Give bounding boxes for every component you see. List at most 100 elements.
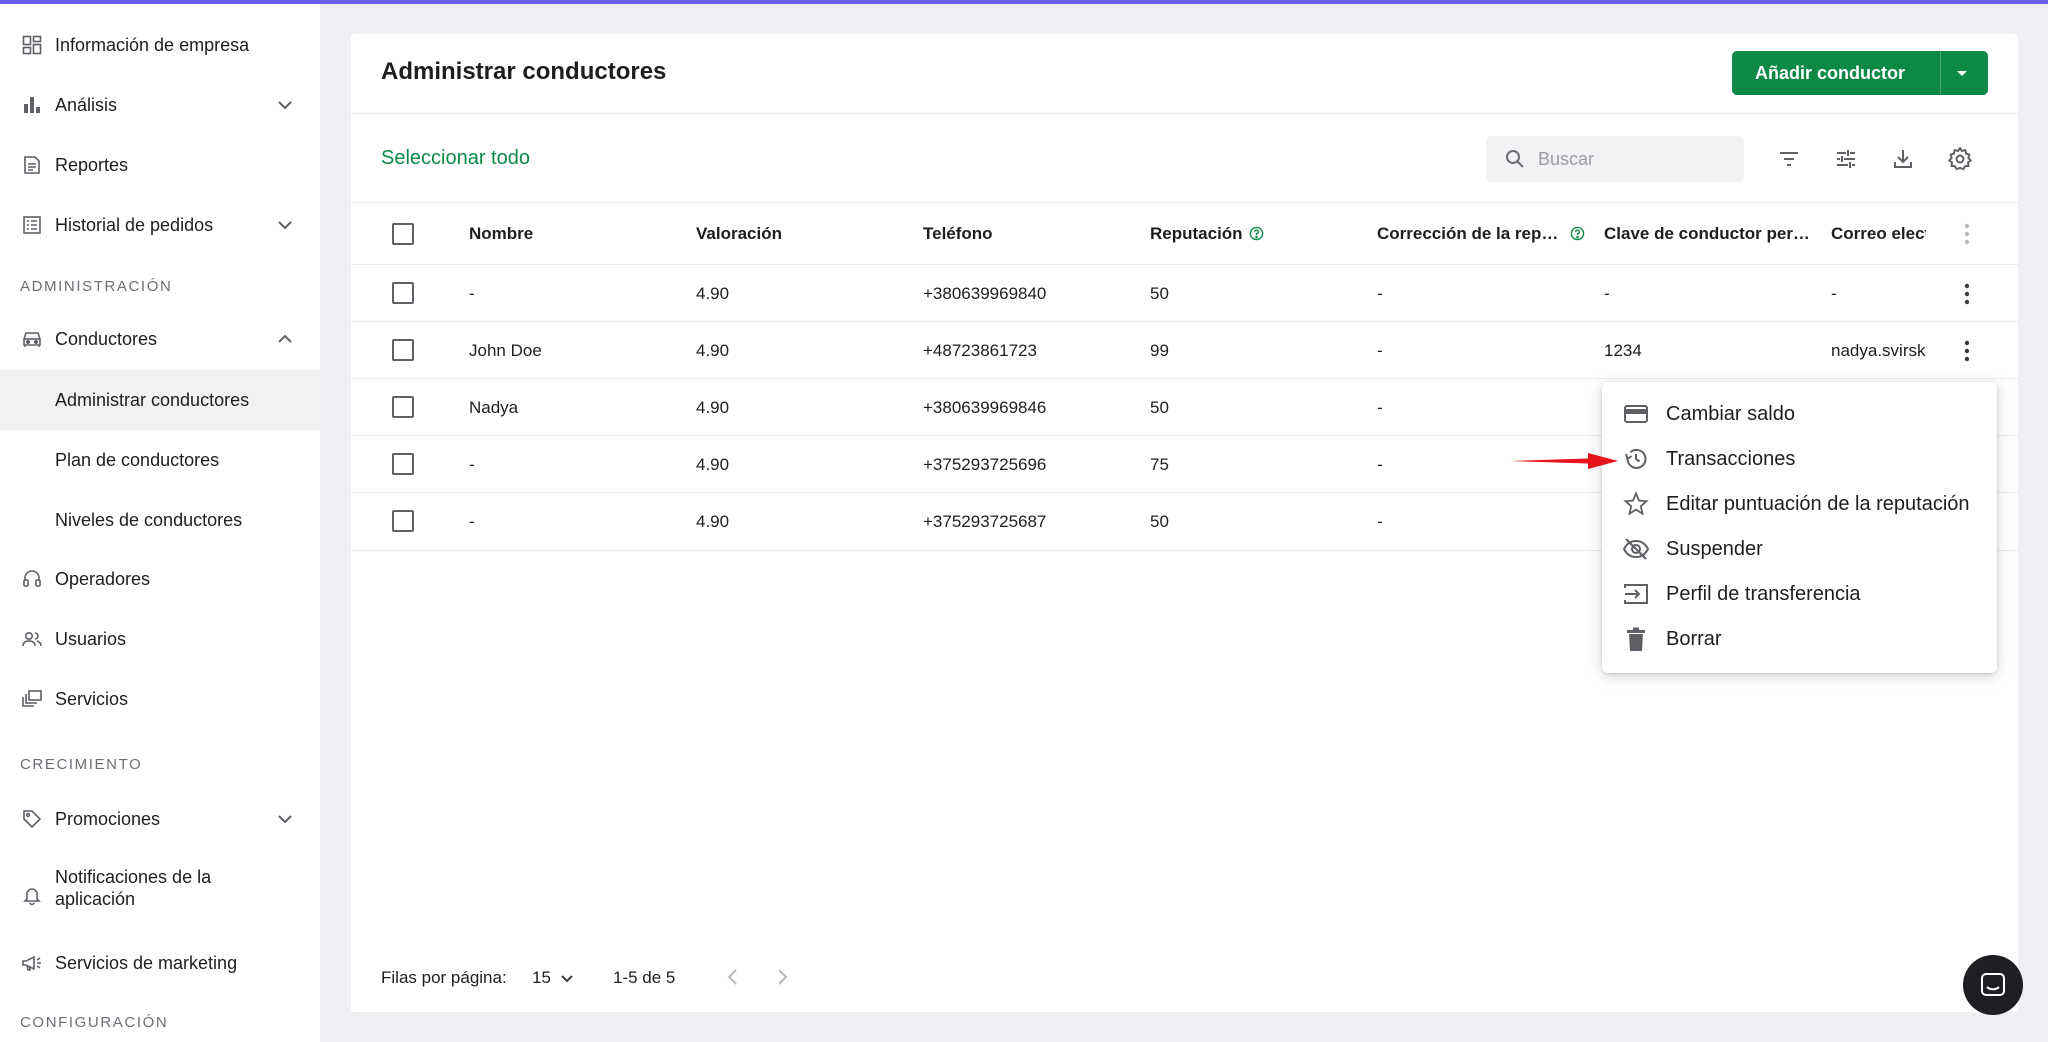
headset-icon <box>21 568 43 590</box>
menu-item-edit-reputation[interactable]: Editar puntuación de la reputación <box>1602 482 1997 526</box>
menu-item-delete[interactable]: Borrar <box>1602 617 1997 661</box>
sidebar-item-services[interactable]: Servicios <box>0 674 320 724</box>
divider <box>351 113 2018 114</box>
button-divider <box>1940 51 1941 95</box>
chevron-down-icon[interactable] <box>274 808 296 830</box>
next-page-icon[interactable] <box>772 966 792 993</box>
page-title: Administrar conductores <box>381 58 667 85</box>
sidebar-subitem-label: Niveles de conductores <box>55 509 243 530</box>
cell-phone: +48723861723 <box>923 341 1037 360</box>
sidebar-item-order-history[interactable]: Historial de pedidos <box>0 200 320 250</box>
sidebar-item-label: Operadores <box>55 569 151 589</box>
menu-item-transactions[interactable]: Transacciones <box>1602 437 1997 481</box>
select-all-checkbox[interactable] <box>392 223 414 245</box>
column-header-reputation[interactable]: Reputación <box>1150 224 1360 244</box>
menu-item-label: Transacciones <box>1666 447 1796 470</box>
gear-icon[interactable] <box>1945 144 1975 174</box>
add-driver-button[interactable]: Añadir conductor <box>1732 51 1988 95</box>
menu-item-transfer-profile[interactable]: Perfil de transferencia <box>1602 572 1997 616</box>
chevron-down-icon[interactable] <box>274 94 296 116</box>
row-checkbox[interactable] <box>392 339 414 361</box>
row-actions-icon[interactable] <box>1955 339 1979 363</box>
previous-page-icon[interactable] <box>723 966 743 993</box>
cell-reputation: 50 <box>1150 512 1169 531</box>
sidebar-item-drivers[interactable]: Conductores <box>0 314 320 364</box>
column-header-label: Corrección de la rep… <box>1377 224 1559 243</box>
credit-card-icon <box>1622 400 1650 428</box>
sidebar-item-promotions[interactable]: Promociones <box>0 794 320 844</box>
sidebar-subitem-drivers-plan[interactable]: Plan de conductores <box>0 430 320 490</box>
cell-reputation-correction: - <box>1377 341 1383 360</box>
sidebar: Información de empresa Análisis Reportes… <box>0 4 320 1042</box>
sidebar-item-label: Notificaciones de la aplicación <box>55 867 212 909</box>
menu-item-label: Perfil de transferencia <box>1666 582 1861 605</box>
search-input[interactable] <box>1538 136 1738 182</box>
help-icon[interactable] <box>1249 226 1264 241</box>
rows-per-page-select[interactable]: 15 <box>532 968 575 988</box>
rows-per-page-label: Filas por página: <box>381 968 507 987</box>
sidebar-item-label: Información de empresa <box>55 35 250 55</box>
menu-item-change-balance[interactable]: Cambiar saldo <box>1602 392 1997 436</box>
cell-reputation-correction: - <box>1377 512 1383 531</box>
sidebar-subitem-manage-drivers[interactable]: Administrar conductores <box>0 370 320 430</box>
star-icon <box>1622 490 1650 518</box>
row-checkbox[interactable] <box>392 396 414 418</box>
search-icon <box>1505 149 1525 169</box>
caret-down-icon[interactable] <box>1954 65 1970 81</box>
column-header-phone[interactable]: Teléfono <box>923 224 1123 244</box>
transfer-icon <box>1622 580 1650 608</box>
help-icon[interactable] <box>1570 226 1585 241</box>
download-icon[interactable] <box>1888 144 1918 174</box>
row-actions-icon[interactable] <box>1955 282 1979 306</box>
chevron-down-icon[interactable] <box>274 214 296 236</box>
sidebar-item-marketing-services[interactable]: Servicios de marketing <box>0 938 320 988</box>
cell-name: Nadya <box>469 398 519 417</box>
row-checkbox[interactable] <box>392 453 414 475</box>
menu-item-suspend[interactable]: Suspender <box>1602 527 1997 571</box>
cell-rating: 4.90 <box>696 512 730 531</box>
sidebar-item-analytics[interactable]: Análisis <box>0 80 320 130</box>
cell-driver-key: - <box>1604 284 1610 303</box>
cell-name: John Doe <box>469 341 542 360</box>
filter-icon[interactable] <box>1774 144 1804 174</box>
sidebar-item-reports[interactable]: Reportes <box>0 140 320 190</box>
sidebar-item-operators[interactable]: Operadores <box>0 554 320 604</box>
bar-chart-icon <box>21 94 43 116</box>
column-header-driver-key[interactable]: Clave de conductor per… <box>1604 224 1814 244</box>
cell-phone: +375293725696 <box>923 455 1047 474</box>
cell-phone: +375293725687 <box>923 512 1047 531</box>
tag-icon <box>21 808 43 830</box>
cell-email: nadya.svirsk <box>1831 341 1926 360</box>
chat-widget-button[interactable] <box>1963 955 2023 1015</box>
megaphone-icon <box>21 952 43 974</box>
cell-rating: 4.90 <box>696 398 730 417</box>
cell-phone: +380639969846 <box>923 398 1047 417</box>
sidebar-item-users[interactable]: Usuarios <box>0 614 320 664</box>
cell-rating: 4.90 <box>696 284 730 303</box>
row-checkbox[interactable] <box>392 282 414 304</box>
sidebar-subitem-driver-levels[interactable]: Niveles de conductores <box>0 490 320 550</box>
cell-reputation-correction: - <box>1377 284 1383 303</box>
chevron-up-icon[interactable] <box>274 328 296 350</box>
pagination-range: 1-5 de 5 <box>613 968 676 987</box>
sidebar-item-company-info[interactable]: Información de empresa <box>0 20 320 70</box>
car-icon <box>21 328 43 350</box>
sidebar-subitem-label: Administrar conductores <box>55 389 250 410</box>
sidebar-item-app-notifications[interactable]: Notificaciones de la aplicación <box>0 862 320 916</box>
column-settings-icon[interactable] <box>1831 144 1861 174</box>
history-icon <box>1622 445 1650 473</box>
sidebar-item-label: Historial de pedidos <box>55 215 214 235</box>
more-vertical-icon[interactable] <box>1955 222 1979 246</box>
cell-name: - <box>469 284 475 303</box>
column-header-name[interactable]: Nombre <box>469 224 669 244</box>
rows-per-page-value: 15 <box>532 968 551 987</box>
chat-icon <box>1981 973 2005 996</box>
select-all-link[interactable]: Seleccionar todo <box>381 147 530 170</box>
sidebar-item-label: Análisis <box>55 95 118 115</box>
column-header-reputation-correction[interactable]: Corrección de la rep… <box>1377 224 1587 244</box>
column-header-email[interactable]: Correo elect <box>1831 224 1926 244</box>
add-driver-button-label: Añadir conductor <box>1755 62 1906 83</box>
column-header-rating[interactable]: Valoración <box>696 224 896 244</box>
row-checkbox[interactable] <box>392 510 414 532</box>
users-icon <box>21 628 43 650</box>
